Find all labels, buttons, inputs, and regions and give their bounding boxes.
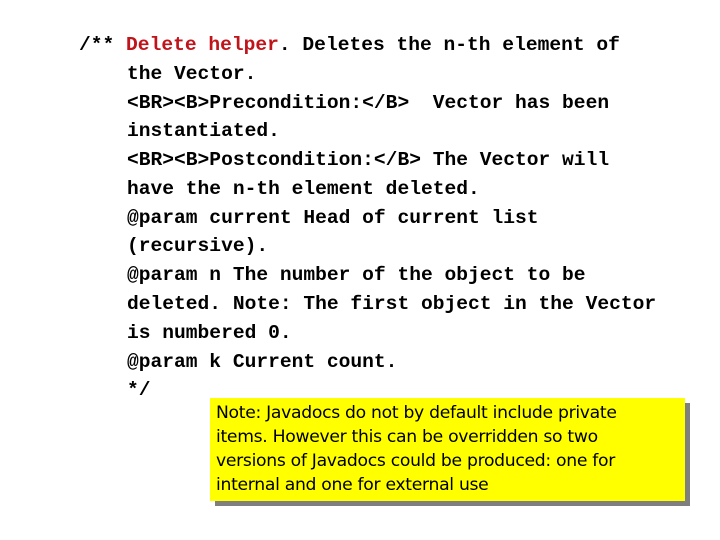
comment-line: <BR><B>Postcondition:</B> The Vector wil…	[127, 149, 610, 171]
comment-line: @param n The number of the object to be	[127, 264, 586, 286]
comment-line: instantiated.	[127, 120, 280, 142]
note-line: internal and one for external use	[216, 475, 489, 495]
comment-line: have the n-th element deleted.	[127, 178, 480, 200]
comment-title: Delete helper	[126, 34, 279, 56]
comment-line: <BR><B>Precondition:</B> Vector has been	[127, 92, 610, 114]
comment-line: deleted. Note: The first object in the V…	[127, 293, 657, 315]
comment-line: (recursive).	[127, 235, 269, 257]
comment-line: the Vector.	[127, 63, 257, 85]
note-line: versions of Javadocs could be produced: …	[216, 451, 616, 471]
note-line: items. However this can be overridden so…	[216, 427, 598, 447]
comment-line: @param k Current count.	[127, 351, 398, 373]
comment-open: /**	[79, 34, 127, 56]
note-callout: Note: Javadocs do not by default include…	[210, 398, 685, 501]
comment-line-first: /** Delete helper. Deletes the n-th elem…	[79, 34, 620, 56]
comment-first-rest: . Deletes the n-th element of	[278, 34, 620, 56]
comment-close: */	[127, 379, 151, 401]
note-line: Note: Javadocs do not by default include…	[216, 403, 617, 423]
comment-line: @param current Head of current list	[127, 207, 539, 229]
comment-line: is numbered 0.	[127, 322, 292, 344]
